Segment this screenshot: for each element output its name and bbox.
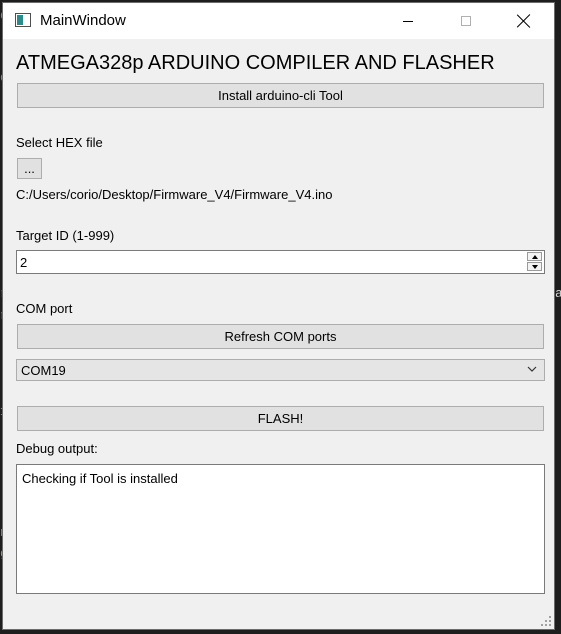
target-id-spinbox[interactable]: 2 xyxy=(16,250,545,274)
com-port-selected: COM19 xyxy=(21,363,66,378)
refresh-com-ports-button[interactable]: Refresh COM ports xyxy=(17,324,544,349)
minimize-icon xyxy=(403,20,413,22)
spin-up-button[interactable] xyxy=(527,252,542,261)
selected-file-path: C:/Users/corio/Desktop/Firmware_V4/Firmw… xyxy=(16,187,333,202)
maximize-button[interactable] xyxy=(443,3,489,39)
spin-up-icon xyxy=(531,254,538,259)
browse-file-button[interactable]: ... xyxy=(17,158,42,179)
debug-output-text: Checking if Tool is installed xyxy=(22,471,178,486)
target-id-value: 2 xyxy=(20,255,28,270)
minimize-button[interactable] xyxy=(385,3,431,39)
close-button[interactable] xyxy=(501,3,547,39)
chevron-down-icon xyxy=(527,366,537,372)
debug-output-textarea[interactable]: Checking if Tool is installed xyxy=(16,464,545,594)
target-id-label: Target ID (1-999) xyxy=(16,228,115,243)
debug-output-label: Debug output: xyxy=(16,441,98,456)
window-title: MainWindow xyxy=(40,12,126,29)
main-window: MainWindow ATMEGA328p ARDUINO COMPILER A… xyxy=(2,2,555,630)
com-port-combobox[interactable]: COM19 xyxy=(16,359,545,381)
spin-down-icon xyxy=(531,264,538,269)
install-tool-button[interactable]: Install arduino-cli Tool xyxy=(17,83,544,108)
window-icon xyxy=(15,13,31,27)
title-bar[interactable]: MainWindow xyxy=(3,3,554,39)
close-icon xyxy=(517,14,531,28)
spin-down-button[interactable] xyxy=(527,262,542,271)
background-editor-glyph: a xyxy=(555,286,561,301)
hex-file-label: Select HEX file xyxy=(16,135,103,150)
maximize-icon xyxy=(461,16,471,26)
app-heading: ATMEGA328p ARDUINO COMPILER AND FLASHER xyxy=(16,52,495,74)
spin-buttons xyxy=(527,252,543,272)
com-port-label: COM port xyxy=(16,301,73,316)
resize-grip-icon[interactable] xyxy=(540,615,552,627)
flash-button[interactable]: FLASH! xyxy=(17,406,544,431)
